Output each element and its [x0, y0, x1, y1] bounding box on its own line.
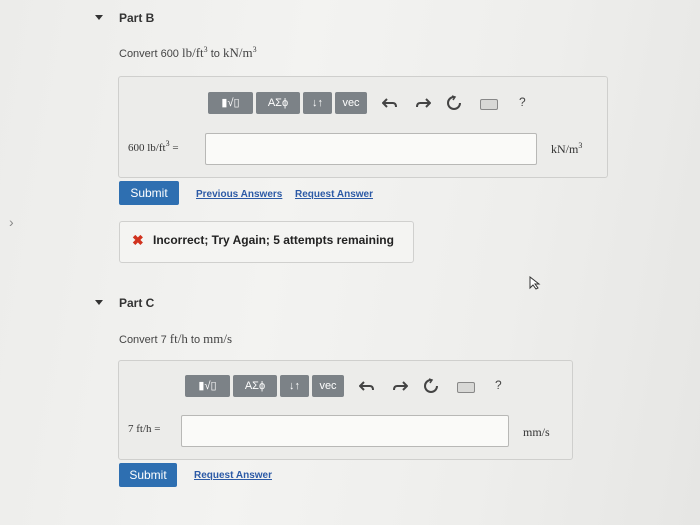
keyboard-icon[interactable]	[457, 382, 475, 393]
previous-answers-link[interactable]: Previous Answers	[196, 189, 282, 200]
part-c-collapse-caret-icon[interactable]	[95, 300, 103, 305]
part-c-math-toolbar: ▮√▯ ΑΣϕ ↓↑ vec ?	[185, 375, 515, 397]
part-b-collapse-caret-icon[interactable]	[95, 15, 103, 20]
undo-icon[interactable]	[382, 95, 398, 111]
undo-icon[interactable]	[359, 378, 375, 394]
incorrect-feedback-box: ✖ Incorrect; Try Again; 5 attempts remai…	[119, 221, 414, 263]
mouse-cursor-icon	[529, 276, 541, 290]
keyboard-icon[interactable]	[480, 99, 498, 110]
greek-symbols-button[interactable]: ΑΣϕ	[233, 375, 277, 397]
part-b-answer-box: ▮√▯ ΑΣϕ ↓↑ vec ? 600 lb/ft3 = kN/m3	[118, 76, 608, 178]
part-c-title: Part C	[119, 296, 155, 310]
part-c-answer-box: ▮√▯ ΑΣϕ ↓↑ vec ? 7 ft/h = mm/s	[118, 360, 573, 460]
part-c-answer-input[interactable]	[181, 415, 509, 447]
help-button[interactable]: ?	[519, 95, 526, 109]
part-b-math-toolbar: ▮√▯ ΑΣϕ ↓↑ vec ?	[208, 92, 538, 114]
vector-button[interactable]: vec	[335, 92, 367, 114]
reset-icon[interactable]	[446, 95, 462, 111]
part-b-request-answer-link[interactable]: Request Answer	[295, 189, 373, 200]
part-c-submit-button[interactable]: Submit	[119, 463, 177, 487]
part-b-answer-input[interactable]	[205, 133, 537, 165]
redo-icon[interactable]	[415, 95, 431, 111]
part-b-unit-label: kN/m3	[551, 141, 583, 157]
part-b-question: Convert 600 lb/ft3 to kN/m3	[119, 45, 257, 60]
part-c-request-answer-link[interactable]: Request Answer	[194, 470, 272, 481]
vector-button[interactable]: vec	[312, 375, 344, 397]
part-c-question: Convert 7 ft/h to mm/s	[119, 331, 233, 346]
redo-icon[interactable]	[392, 378, 408, 394]
part-b-submit-button[interactable]: Submit	[119, 181, 179, 205]
arrows-button[interactable]: ↓↑	[303, 92, 332, 114]
reset-icon[interactable]	[423, 378, 439, 394]
page: › Part B Convert 600 lb/ft3 to kN/m3 ▮√▯…	[0, 0, 700, 525]
templates-button[interactable]: ▮√▯	[185, 375, 230, 397]
side-nav-chevron-icon[interactable]: ›	[9, 214, 14, 230]
templates-button[interactable]: ▮√▯	[208, 92, 253, 114]
arrows-button[interactable]: ↓↑	[280, 375, 309, 397]
part-b-input-label: 600 lb/ft3 =	[128, 139, 179, 155]
part-b-title: Part B	[119, 11, 155, 25]
help-button[interactable]: ?	[495, 378, 502, 392]
part-c-input-label: 7 ft/h =	[128, 423, 161, 435]
feedback-text: Incorrect; Try Again; 5 attempts remaini…	[153, 233, 394, 247]
part-c-unit-label: mm/s	[523, 425, 550, 439]
incorrect-x-icon: ✖	[132, 232, 144, 248]
greek-symbols-button[interactable]: ΑΣϕ	[256, 92, 300, 114]
